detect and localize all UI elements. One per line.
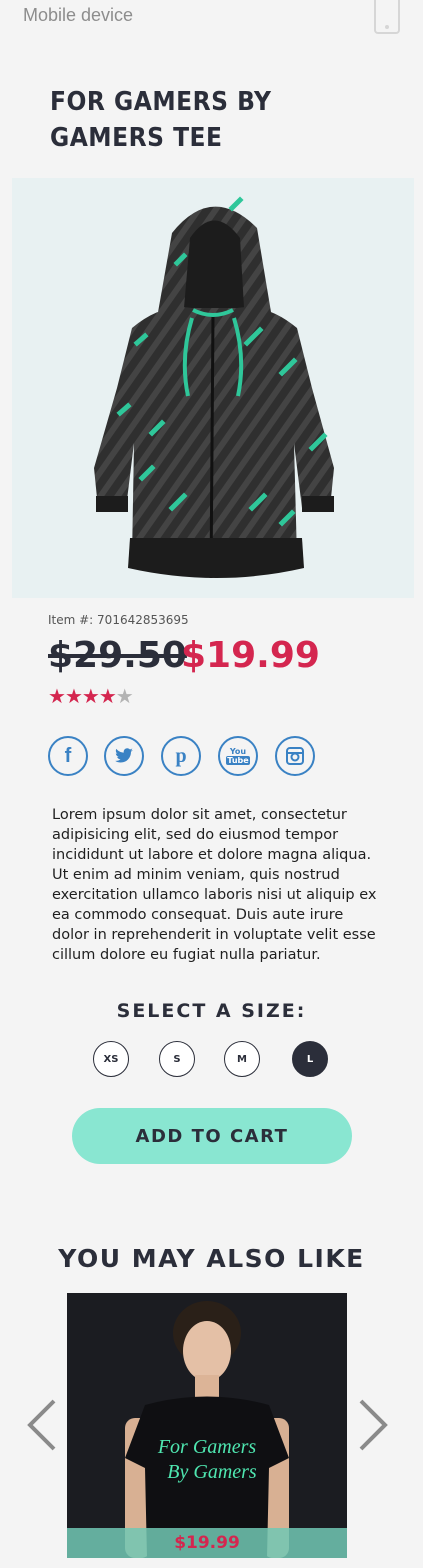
add-to-cart-button[interactable]: ADD TO CART bbox=[72, 1108, 352, 1164]
rating-stars: ★★★★★ bbox=[48, 684, 134, 708]
device-label: Mobile device bbox=[23, 5, 134, 25]
pinterest-glyph: p bbox=[175, 744, 187, 767]
star-filled-icon: ★ bbox=[81, 684, 100, 708]
size-option-l[interactable]: L bbox=[292, 1041, 328, 1077]
mobile-device-icon[interactable] bbox=[374, 0, 400, 34]
star-empty-icon: ★ bbox=[115, 684, 134, 708]
size-option-s[interactable]: S bbox=[159, 1041, 195, 1077]
carousel-prev-arrow-icon[interactable] bbox=[24, 1395, 60, 1455]
facebook-glyph: f bbox=[64, 744, 72, 767]
size-option-m[interactable]: M bbox=[224, 1041, 260, 1077]
product-description: Lorem ipsum dolor sit amet, consectetur … bbox=[52, 807, 377, 963]
recommendation-card[interactable]: For Gamers By Gamers bbox=[67, 1293, 347, 1558]
hoodie-image bbox=[94, 196, 334, 579]
twitter-icon[interactable] bbox=[104, 736, 144, 776]
sale-price: $19.99 bbox=[181, 635, 320, 676]
star-filled-icon: ★ bbox=[48, 684, 66, 708]
youtube-logo-bottom: Tube bbox=[226, 756, 250, 765]
carousel-next-arrow-icon[interactable] bbox=[355, 1395, 391, 1455]
product-image bbox=[12, 178, 414, 598]
original-price: $29.50 bbox=[48, 635, 187, 676]
twitter-bird-icon bbox=[115, 748, 133, 763]
item-number: Item #: 701642853695 bbox=[48, 613, 189, 627]
shirt-print-line-1: For Gamers bbox=[157, 1436, 257, 1458]
instagram-camera-icon bbox=[286, 747, 304, 765]
recommendation-price: $19.99 bbox=[67, 1528, 347, 1558]
star-filled-icon: ★ bbox=[64, 684, 83, 708]
youtube-icon[interactable]: You Tube bbox=[218, 736, 258, 776]
pinterest-icon[interactable]: p bbox=[161, 736, 201, 776]
star-filled-icon: ★ bbox=[98, 684, 117, 708]
product-title: FOR GAMERS BY GAMERS TEE bbox=[50, 87, 272, 153]
size-option-xs[interactable]: XS bbox=[93, 1041, 129, 1077]
instagram-icon[interactable] bbox=[275, 736, 315, 776]
recommendations-heading: YOU MAY ALSO LIKE bbox=[58, 1244, 365, 1273]
facebook-icon[interactable]: f bbox=[48, 736, 88, 776]
recommendation-photo: For Gamers By Gamers bbox=[67, 1293, 347, 1558]
youtube-logo-top: You bbox=[229, 747, 247, 756]
youtube-logo: You Tube bbox=[226, 747, 250, 765]
shirt-print-line-2: By Gamers bbox=[167, 1461, 257, 1483]
size-heading: SELECT A SIZE: bbox=[116, 1000, 307, 1022]
